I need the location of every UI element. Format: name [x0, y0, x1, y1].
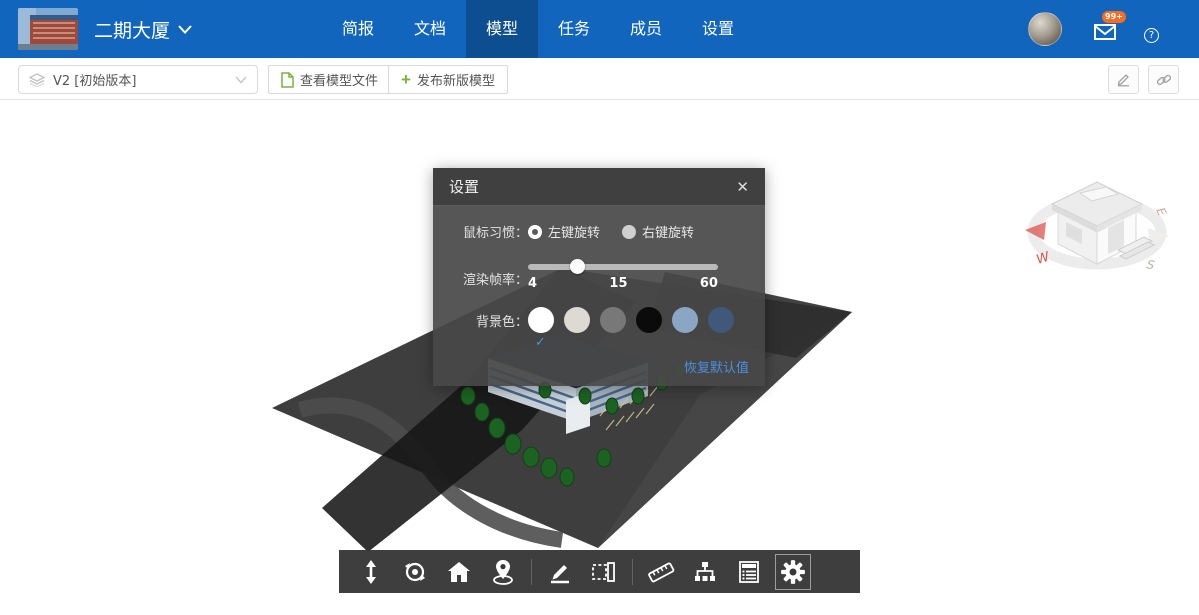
viewer-settings-button[interactable]: [775, 554, 811, 590]
tick-mid: 15: [609, 276, 627, 291]
tab-brief[interactable]: 简报: [322, 0, 394, 58]
tick-min: 4: [528, 276, 537, 291]
chevron-down-icon: [178, 25, 192, 34]
project-switcher[interactable]: 二期大厦: [94, 0, 192, 58]
file-icon: [281, 72, 294, 88]
viewer-toolbar: [339, 550, 860, 593]
close-icon[interactable]: ✕: [736, 178, 749, 196]
messages-button[interactable]: [1094, 24, 1120, 44]
radio-selected-icon: [528, 225, 542, 239]
color-swatches: ✓: [528, 307, 734, 333]
gear-icon: [780, 559, 806, 585]
envelope-icon: [1094, 24, 1116, 40]
background-color-label: 背景色：: [433, 311, 528, 330]
sheet-list-button[interactable]: [727, 550, 771, 593]
up-down-arrow-icon: [360, 560, 382, 584]
radio-left-rotate-label: 左键旋转: [548, 222, 600, 241]
background-color-row: 背景色： ✓: [433, 307, 765, 333]
version-value: V2 [初始版本]: [53, 70, 227, 89]
avatar[interactable]: [1028, 12, 1062, 46]
swatch-white[interactable]: ✓: [528, 307, 554, 333]
toolbar-divider: [531, 559, 532, 585]
question-mark-icon: ?: [1149, 30, 1154, 41]
location-button[interactable]: [481, 550, 525, 593]
swatch-black[interactable]: [636, 307, 662, 333]
home-view-button[interactable]: [437, 550, 481, 593]
check-icon: ✓: [535, 335, 546, 350]
frame-rate-slider[interactable]: [528, 264, 718, 270]
main-nav: 简报 文档 模型 任务 成员 设置: [322, 0, 754, 58]
app-header: 二期大厦 简报 文档 模型 任务 成员 设置 99+ ?: [0, 0, 1199, 58]
tab-documents[interactable]: 文档: [394, 0, 466, 58]
tree-structure-icon: [693, 560, 717, 584]
tab-settings[interactable]: 设置: [682, 0, 754, 58]
toolbar-divider: [632, 559, 633, 585]
frame-rate-slider-group: 4 15 60: [528, 259, 718, 291]
settings-dialog-header: 设置 ✕: [433, 168, 765, 206]
frame-rate-row: 渲染帧率： 4 15 60: [433, 259, 765, 291]
restore-defaults-row: 恢复默认值: [684, 357, 749, 376]
house-glyph: [1052, 182, 1154, 264]
view-cube[interactable]: W E S: [1022, 152, 1172, 282]
orbit-icon: [403, 560, 427, 584]
dialog-title: 设置: [449, 176, 736, 197]
project-photo: [18, 8, 78, 50]
unread-count-badge: 99+: [1102, 11, 1126, 23]
structure-tree-button[interactable]: [683, 550, 727, 593]
publish-new-version-label: 发布新版模型: [417, 70, 495, 89]
layers-icon: [29, 73, 45, 87]
project-name: 二期大厦: [94, 16, 170, 43]
tab-members[interactable]: 成员: [610, 0, 682, 58]
plus-icon: +: [401, 71, 411, 88]
version-bar: V2 [初始版本] 查看模型文件 + 发布新版模型: [0, 58, 1199, 100]
compass-s: S: [1145, 257, 1156, 272]
measure-button[interactable]: [639, 550, 683, 593]
radio-unselected-icon: [622, 225, 636, 239]
pencil-icon: [548, 560, 572, 584]
view-model-files-button[interactable]: 查看模型文件: [268, 65, 391, 94]
tab-tasks[interactable]: 任务: [538, 0, 610, 58]
settings-dialog: 设置 ✕ 鼠标习惯： 左键旋转 右键旋转 渲染帧率： 4 15: [433, 168, 765, 386]
chevron-down-icon: [235, 76, 247, 84]
publish-new-version-button[interactable]: + 发布新版模型: [388, 65, 508, 94]
mouse-habit-row: 鼠标习惯： 左键旋转 右键旋转: [433, 222, 765, 241]
project-thumbnail[interactable]: [18, 8, 78, 50]
pencil-icon: [1116, 72, 1131, 87]
section-button[interactable]: [582, 550, 626, 593]
share-link-button[interactable]: [1148, 65, 1179, 94]
frame-rate-ticks: 4 15 60: [528, 276, 718, 291]
view-model-files-label: 查看模型文件: [300, 70, 378, 89]
slider-thumb[interactable]: [570, 259, 585, 274]
link-icon: [1156, 72, 1172, 88]
location-pin-icon: [491, 559, 515, 585]
version-dropdown[interactable]: V2 [初始版本]: [18, 65, 258, 94]
mouse-habit-label: 鼠标习惯：: [433, 222, 528, 241]
help-button[interactable]: ?: [1144, 28, 1159, 43]
swatch-light-gray[interactable]: [564, 307, 590, 333]
swatch-gray[interactable]: [600, 307, 626, 333]
section-plane-icon: [591, 560, 617, 584]
radio-right-rotate[interactable]: 右键旋转: [622, 222, 694, 241]
radio-left-rotate[interactable]: 左键旋转: [528, 222, 600, 241]
tick-max: 60: [700, 276, 718, 291]
rename-version-button[interactable]: [1108, 65, 1139, 94]
pan-vertical-button[interactable]: [349, 550, 393, 593]
swatch-dark-blue[interactable]: [708, 307, 734, 333]
model-viewport[interactable]: W E S 设置 ✕ 鼠标习惯： 左键旋转: [0, 100, 1199, 615]
tab-model[interactable]: 模型: [466, 0, 538, 58]
radio-right-rotate-label: 右键旋转: [642, 222, 694, 241]
list-icon: [737, 560, 761, 584]
ruler-icon: [647, 560, 675, 584]
home-icon: [447, 560, 471, 584]
markup-button[interactable]: [538, 550, 582, 593]
frame-rate-label: 渲染帧率：: [433, 269, 528, 288]
swatch-steel-blue[interactable]: [672, 307, 698, 333]
restore-defaults-link[interactable]: 恢复默认值: [684, 361, 749, 376]
orbit-button[interactable]: [393, 550, 437, 593]
